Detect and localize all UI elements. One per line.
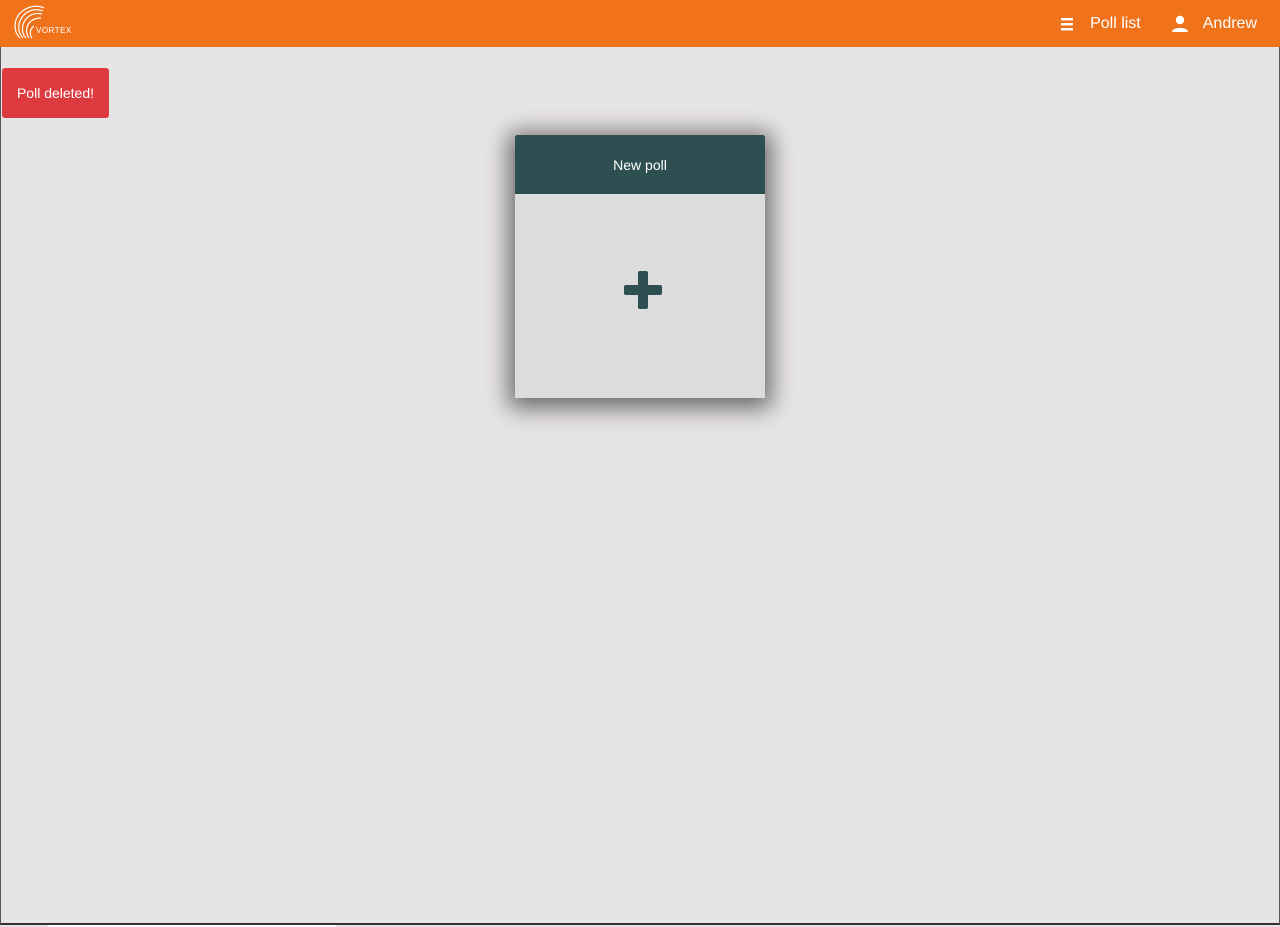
new-poll-card-body[interactable] [515, 194, 765, 398]
new-poll-card-header: New poll [515, 135, 765, 194]
user-menu[interactable]: Andrew [1171, 15, 1257, 33]
plus-icon [624, 271, 662, 309]
user-name: Andrew [1202, 14, 1257, 32]
poll-list-label: Poll list [1090, 14, 1141, 32]
toast-message: Poll deleted! [16, 85, 95, 101]
new-poll-card[interactable]: New poll [515, 135, 765, 398]
poll-deleted-toast[interactable]: Poll deleted! [2, 68, 109, 118]
logo-text: VORTEX [36, 26, 72, 35]
vortex-logo[interactable]: VORTEX [8, 2, 71, 42]
poll-list-link[interactable]: Poll list [1060, 15, 1141, 33]
hamburger-icon [1060, 16, 1076, 32]
top-navbar: VORTEX Poll list Andrew [0, 0, 1280, 47]
vortex-swirl-icon [14, 5, 45, 39]
user-icon [1171, 15, 1189, 33]
navbar-right: Poll list Andrew [1060, 0, 1257, 47]
new-poll-title: New poll [613, 156, 667, 173]
